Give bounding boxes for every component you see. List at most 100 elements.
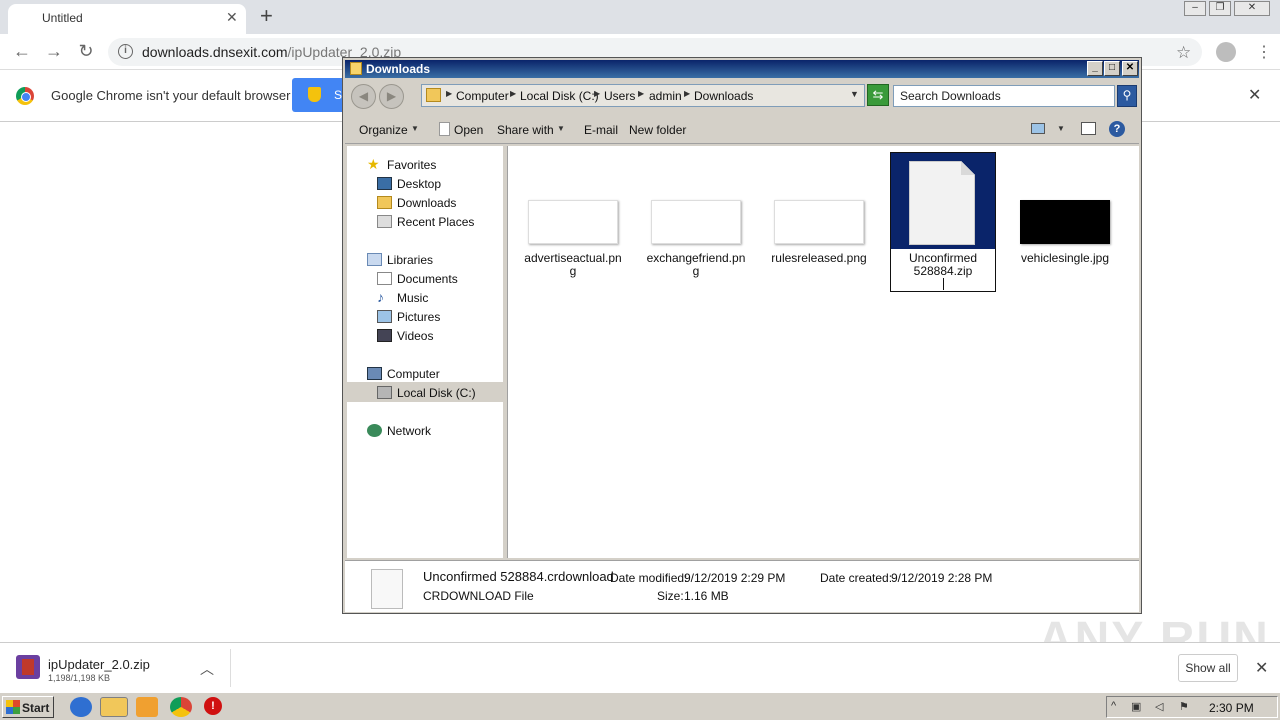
file-unconfirmed-zip-selected[interactable]: Unconfirmed 528884.zip bbox=[890, 152, 996, 292]
explorer-minimize-button[interactable]: _ bbox=[1087, 61, 1103, 76]
download-shelf: ipUpdater_2.0.zip 1,198/1,198 KB ︿ Show … bbox=[0, 642, 1280, 692]
explorer-close-button[interactable]: ✕ bbox=[1122, 61, 1138, 76]
breadcrumb-arrow-icon[interactable]: ▶ bbox=[510, 89, 516, 98]
zip-archive-icon[interactable] bbox=[16, 655, 40, 679]
nav-computer[interactable]: Computer bbox=[387, 367, 440, 381]
help-icon[interactable]: ? bbox=[1109, 121, 1125, 137]
open-button[interactable]: Open bbox=[454, 123, 483, 137]
file-thumbnail-rulesreleased[interactable] bbox=[774, 200, 864, 244]
view-dropdown-icon[interactable]: ▼ bbox=[1057, 124, 1065, 133]
nav-downloads[interactable]: Downloads bbox=[397, 196, 456, 210]
forward-arrow-icon[interactable]: → bbox=[42, 40, 66, 64]
media-player-icon[interactable] bbox=[136, 697, 158, 717]
warning-app-icon[interactable]: ! bbox=[204, 697, 222, 715]
explorer-back-icon[interactable]: ◀ bbox=[351, 84, 376, 109]
search-downloads-input[interactable]: Search Downloads bbox=[893, 85, 1115, 107]
navigation-pane: ★ Favorites Desktop Downloads Recent Pla… bbox=[347, 146, 503, 558]
local-disk-icon bbox=[377, 386, 392, 399]
breadcrumb-arrow-icon[interactable]: ▶ bbox=[594, 89, 600, 98]
refresh-icon[interactable]: ⇆ bbox=[867, 84, 889, 106]
breadcrumb-computer[interactable]: Computer bbox=[456, 89, 509, 103]
tray-expand-icon[interactable]: ^ bbox=[1111, 700, 1125, 714]
share-dropdown-icon[interactable]: ▼ bbox=[557, 124, 565, 133]
preview-pane-icon[interactable] bbox=[1081, 122, 1096, 135]
file-name-advertiseactual[interactable]: advertiseactual.pn g bbox=[520, 252, 626, 278]
reload-icon[interactable]: ↻ bbox=[74, 40, 98, 64]
bookmark-star-icon[interactable]: ☆ bbox=[1176, 43, 1191, 63]
date-modified-value: 9/12/2019 2:29 PM bbox=[684, 571, 786, 585]
explorer-taskbar-icon[interactable] bbox=[100, 697, 128, 717]
infobar-close-icon[interactable]: ✕ bbox=[1248, 85, 1261, 105]
file-name-rulesreleased[interactable]: rulesreleased.png bbox=[766, 252, 872, 265]
shelf-close-icon[interactable]: ✕ bbox=[1255, 658, 1268, 678]
share-with-button[interactable]: Share with bbox=[497, 123, 554, 137]
organize-dropdown-icon[interactable]: ▼ bbox=[411, 124, 419, 133]
breadcrumb-downloads[interactable]: Downloads bbox=[694, 89, 753, 103]
close-window-button[interactable]: ✕ bbox=[1234, 1, 1270, 16]
computer-icon bbox=[367, 367, 382, 380]
date-modified-label: Date modified: bbox=[610, 571, 688, 585]
action-center-flag-icon[interactable]: ⚑ bbox=[1179, 700, 1193, 714]
file-name-exchangefriend[interactable]: exchangefriend.pn g bbox=[643, 252, 749, 278]
explorer-titlebar[interactable]: Downloads _ □ ✕ bbox=[345, 60, 1139, 78]
organize-button[interactable]: Organize bbox=[359, 123, 408, 137]
nav-favorites[interactable]: Favorites bbox=[387, 158, 436, 172]
network-tray-icon[interactable]: ▣ bbox=[1131, 700, 1145, 714]
nav-music[interactable]: Music bbox=[397, 291, 428, 305]
explorer-navbar: ◀ ▶ ▶ Computer ▶ Local Disk (C:) ▶ Users… bbox=[345, 80, 1139, 112]
back-arrow-icon[interactable]: ← bbox=[10, 40, 34, 64]
new-tab-button[interactable]: + bbox=[260, 4, 273, 28]
download-filename[interactable]: ipUpdater_2.0.zip bbox=[48, 657, 150, 672]
date-created-value: 9/12/2019 2:28 PM bbox=[891, 571, 993, 585]
breadcrumb-arrow-icon[interactable]: ▶ bbox=[638, 89, 644, 98]
chrome-taskbar-icon[interactable] bbox=[170, 697, 192, 717]
change-view-icon[interactable] bbox=[1031, 123, 1045, 134]
breadcrumb-arrow-icon[interactable]: ▶ bbox=[684, 89, 690, 98]
chevron-up-icon[interactable]: ︿ bbox=[200, 659, 214, 679]
nav-local-disk[interactable]: Local Disk (C:) bbox=[397, 386, 476, 400]
breadcrumb-admin[interactable]: admin bbox=[649, 89, 682, 103]
minimize-window-button[interactable]: – bbox=[1184, 1, 1206, 16]
nav-documents[interactable]: Documents bbox=[397, 272, 458, 286]
show-all-button[interactable]: Show all bbox=[1178, 654, 1238, 682]
file-thumbnail-exchangefriend[interactable] bbox=[651, 200, 741, 244]
explorer-address-bar[interactable]: ▶ Computer ▶ Local Disk (C:) ▶ Users ▶ a… bbox=[421, 84, 865, 107]
file-thumbnail-advertiseactual[interactable] bbox=[528, 200, 618, 244]
nav-videos[interactable]: Videos bbox=[397, 329, 433, 343]
profile-avatar-icon[interactable] bbox=[1216, 42, 1236, 62]
nav-network[interactable]: Network bbox=[387, 424, 431, 438]
breadcrumb-local-disk[interactable]: Local Disk (C:) bbox=[520, 89, 599, 103]
crdownload-file-icon bbox=[371, 569, 403, 609]
start-button[interactable]: Start bbox=[2, 696, 54, 718]
taskbar-clock[interactable]: 2:30 PM bbox=[1209, 701, 1254, 715]
nav-pictures[interactable]: Pictures bbox=[397, 310, 440, 324]
explorer-forward-icon[interactable]: ▶ bbox=[379, 84, 404, 109]
address-dropdown-icon[interactable]: ▼ bbox=[850, 89, 859, 99]
open-document-icon bbox=[439, 122, 450, 136]
nav-recent-places[interactable]: Recent Places bbox=[397, 215, 474, 229]
tab-untitled[interactable]: Untitled ✕ bbox=[8, 4, 246, 34]
explorer-maximize-button[interactable]: □ bbox=[1104, 61, 1120, 76]
internet-explorer-icon[interactable] bbox=[70, 697, 92, 717]
nav-libraries[interactable]: Libraries bbox=[387, 253, 433, 267]
file-name-vehiclesingle[interactable]: vehiclesingle.jpg bbox=[1012, 252, 1118, 265]
address-folder-icon bbox=[426, 88, 441, 102]
breadcrumb-arrow-icon[interactable]: ▶ bbox=[446, 89, 452, 98]
site-info-icon[interactable]: i bbox=[118, 44, 133, 59]
new-folder-button[interactable]: New folder bbox=[629, 123, 686, 137]
restore-window-button[interactable]: ❐ bbox=[1209, 1, 1231, 16]
breadcrumb-users[interactable]: Users bbox=[604, 89, 635, 103]
chrome-menu-icon[interactable]: ⋮ bbox=[1256, 42, 1272, 62]
start-label: Start bbox=[22, 701, 50, 715]
volume-icon[interactable]: ◁ bbox=[1155, 700, 1169, 714]
file-name-unconfirmed[interactable]: Unconfirmed 528884.zip bbox=[891, 252, 995, 290]
tab-close-icon[interactable]: ✕ bbox=[226, 9, 238, 26]
explorer-title: Downloads bbox=[366, 62, 431, 76]
nav-desktop[interactable]: Desktop bbox=[397, 177, 441, 191]
system-tray: ^ ▣ ◁ ⚑ 2:30 PM bbox=[1106, 696, 1278, 718]
search-icon[interactable]: ⚲ bbox=[1117, 85, 1137, 107]
email-button[interactable]: E-mail bbox=[584, 123, 618, 137]
desktop-icon bbox=[377, 177, 392, 190]
set-default-label: S bbox=[334, 88, 343, 102]
file-thumbnail-vehiclesingle[interactable] bbox=[1020, 200, 1110, 244]
